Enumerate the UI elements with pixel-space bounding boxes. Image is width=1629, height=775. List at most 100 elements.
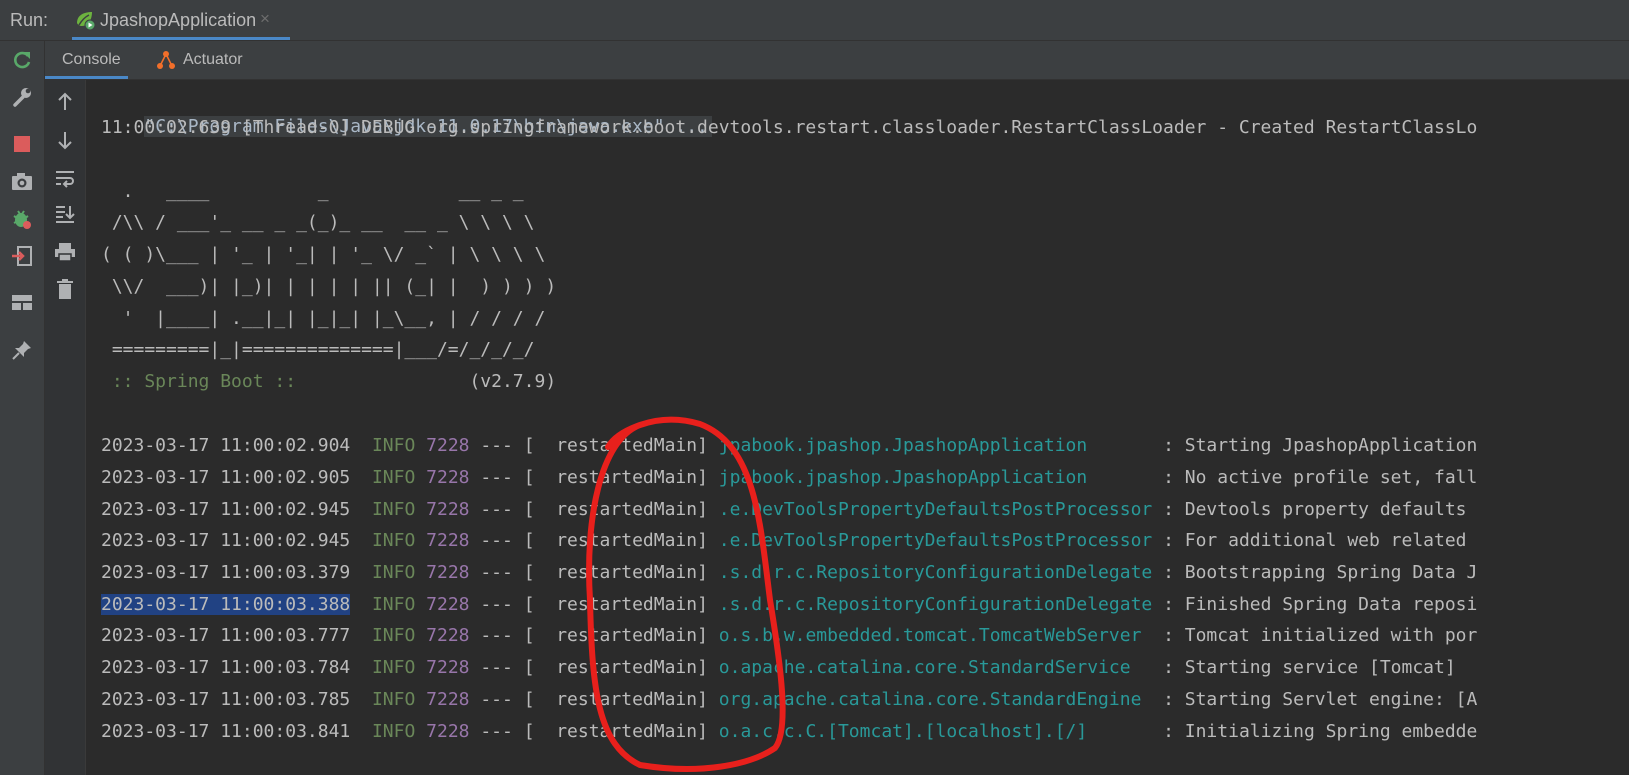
log-logger: .s.d.r.c.RepositoryConfigurationDelegate: [718, 562, 1153, 583]
log-line: 2023-03-17 11:00:02.945 INFO 7228 --- [ …: [101, 495, 1467, 525]
log-logger: .e.DevToolsPropertyDefaultsPostProcessor: [718, 530, 1153, 551]
log-pid: 7228: [426, 625, 470, 646]
log-line: 2023-03-17 11:00:02.905 INFO 7228 --- [ …: [101, 463, 1477, 493]
camera-icon[interactable]: [10, 169, 34, 193]
log-logger: o.a.c.c.C.[Tomcat].[localhost].[/]: [718, 721, 1153, 742]
log-pid: 7228: [426, 435, 470, 456]
log-level: INFO: [371, 721, 416, 742]
log-timestamp: 2023-03-17 11:00:02.945: [101, 499, 351, 520]
wrench-icon[interactable]: [10, 85, 34, 109]
scroll-down-icon[interactable]: [53, 128, 77, 152]
spring-boot-version-line: :: Spring Boot :: (v2.7.9): [101, 367, 556, 397]
log-pid: 7228: [426, 530, 470, 551]
log-level: INFO: [371, 594, 416, 615]
layout-icon[interactable]: [10, 291, 34, 315]
log-logger: .s.d.r.c.RepositoryConfigurationDelegate: [718, 594, 1153, 615]
log-pid: 7228: [426, 657, 470, 678]
debug-bug-icon[interactable]: [10, 207, 34, 231]
run-tab-title: JpashopApplication: [100, 10, 257, 30]
log-thread: restartedMain]: [534, 657, 708, 678]
log-logger: jpabook.jpashop.JpashopApplication: [718, 467, 1153, 488]
banner-line: /\\ / ___'_ __ _ _(_)_ __ __ _ \ \ \ \: [101, 212, 535, 233]
log-thread: restartedMain]: [534, 467, 708, 488]
log-timestamp: 2023-03-17 11:00:02.945: [101, 530, 351, 551]
log-message: : Bootstrapping Spring Data J: [1152, 562, 1478, 583]
scroll-up-icon[interactable]: [53, 90, 77, 114]
log-timestamp: 2023-03-17 11:00:03.379: [101, 562, 351, 583]
log-level: INFO: [371, 467, 416, 488]
print-icon[interactable]: [53, 240, 77, 264]
banner-line: \\/ ___)| |_)| | | | | || (_| | ) ) ) ): [101, 276, 557, 297]
spring-boot-version: (v2.7.9): [306, 371, 557, 392]
run-subtabs: Console Actuator: [45, 41, 1629, 80]
soft-wrap-icon[interactable]: [53, 166, 77, 190]
command-line[interactable]: "C:\Program Files\Java\jdk-11.0.17\bin\j…: [101, 82, 712, 137]
log-timestamp: 2023-03-17 11:00:03.841: [101, 721, 351, 742]
log-pid: 7228: [426, 499, 470, 520]
log-pid: 7228: [426, 594, 470, 615]
log-level: INFO: [371, 689, 416, 710]
log-thread: restartedMain]: [534, 625, 708, 646]
log-message: : Starting service [Tomcat]: [1152, 657, 1456, 678]
log-line: 2023-03-17 11:00:03.379 INFO 7228 --- [ …: [101, 558, 1477, 588]
spring-boot-label: :: Spring Boot ::: [101, 371, 307, 392]
log-separator: --- [: [480, 435, 535, 456]
log-line: 2023-03-17 11:00:03.785 INFO 7228 --- [ …: [101, 685, 1477, 715]
log-timestamp: 2023-03-17 11:00:02.904: [101, 435, 351, 456]
scroll-to-end-icon[interactable]: [53, 202, 77, 226]
log-logger: jpabook.jpashop.JpashopApplication: [718, 435, 1153, 456]
run-config-tab[interactable]: JpashopApplication ×: [72, 0, 290, 40]
debug-line: 11:00:02.639 [Thread-0] DEBUG org.spring…: [101, 117, 1478, 138]
actuator-icon: [155, 49, 177, 76]
stop-icon[interactable]: [10, 132, 34, 156]
log-level: INFO: [371, 657, 416, 678]
log-line: 2023-03-17 11:00:03.841 INFO 7228 --- [ …: [101, 717, 1477, 747]
log-timestamp: 2023-03-17 11:00:03.785: [101, 689, 351, 710]
log-message: : Devtools property defaults: [1152, 499, 1467, 520]
log-timestamp: 2023-03-17 11:00:03.388: [101, 594, 351, 615]
log-message: : Tomcat initialized with por: [1152, 625, 1478, 646]
log-message: : Starting JpashopApplication: [1152, 435, 1478, 456]
log-separator: --- [: [480, 594, 535, 615]
banner-line: =========|_|==============|___/=/_/_/_/: [101, 339, 535, 360]
tab-console[interactable]: Console: [45, 41, 128, 79]
close-tab-icon[interactable]: ×: [260, 9, 270, 29]
tab-console-label: Console: [62, 51, 121, 68]
run-left-toolbar: [0, 41, 45, 775]
banner-line: ( ( )\___ | '_ | '_| | '_ \/ _` | \ \ \ …: [101, 244, 546, 265]
log-separator: --- [: [480, 467, 535, 488]
log-message: : No active profile set, fall: [1152, 467, 1478, 488]
exit-icon[interactable]: [10, 244, 34, 268]
tab-actuator[interactable]: Actuator: [140, 41, 260, 79]
log-pid: 7228: [426, 467, 470, 488]
log-message: : For additional web related: [1152, 530, 1467, 551]
trash-icon[interactable]: [53, 277, 77, 301]
log-separator: --- [: [480, 657, 535, 678]
log-pid: 7228: [426, 562, 470, 583]
pin-icon[interactable]: [10, 338, 34, 362]
log-line: 2023-03-17 11:00:02.904 INFO 7228 --- [ …: [101, 431, 1477, 461]
console-output[interactable]: "C:\Program Files\Java\jdk-11.0.17\bin\j…: [86, 80, 1629, 775]
log-message: : Initializing Spring embedde: [1152, 721, 1478, 742]
log-separator: --- [: [480, 625, 535, 646]
log-separator: --- [: [480, 562, 535, 583]
log-pid: 7228: [426, 721, 470, 742]
log-message: : Starting Servlet engine: [A: [1152, 689, 1478, 710]
log-line: 2023-03-17 11:00:03.777 INFO 7228 --- [ …: [101, 621, 1477, 651]
log-logger: .e.DevToolsPropertyDefaultsPostProcessor: [718, 499, 1153, 520]
log-timestamp: 2023-03-17 11:00:03.777: [101, 625, 351, 646]
console-toolbar: [45, 80, 86, 775]
log-line: 2023-03-17 11:00:02.945 INFO 7228 --- [ …: [101, 526, 1467, 556]
log-level: INFO: [371, 530, 416, 551]
log-logger: o.s.b.w.embedded.tomcat.TomcatWebServer: [718, 625, 1153, 646]
banner-line: . ____ _ __ _ _: [101, 181, 524, 202]
log-level: INFO: [371, 625, 416, 646]
log-line: 2023-03-17 11:00:03.784 INFO 7228 --- [ …: [101, 653, 1456, 683]
log-separator: --- [: [480, 499, 535, 520]
log-level: INFO: [371, 562, 416, 583]
rerun-icon[interactable]: [10, 48, 34, 72]
log-line: 2023-03-17 11:00:03.388 INFO 7228 --- [ …: [101, 590, 1477, 620]
banner-line: ' |____| .__|_| |_|_| |_\__, | / / / /: [101, 308, 546, 329]
log-timestamp: 2023-03-17 11:00:02.905: [101, 467, 351, 488]
log-separator: --- [: [480, 530, 535, 551]
